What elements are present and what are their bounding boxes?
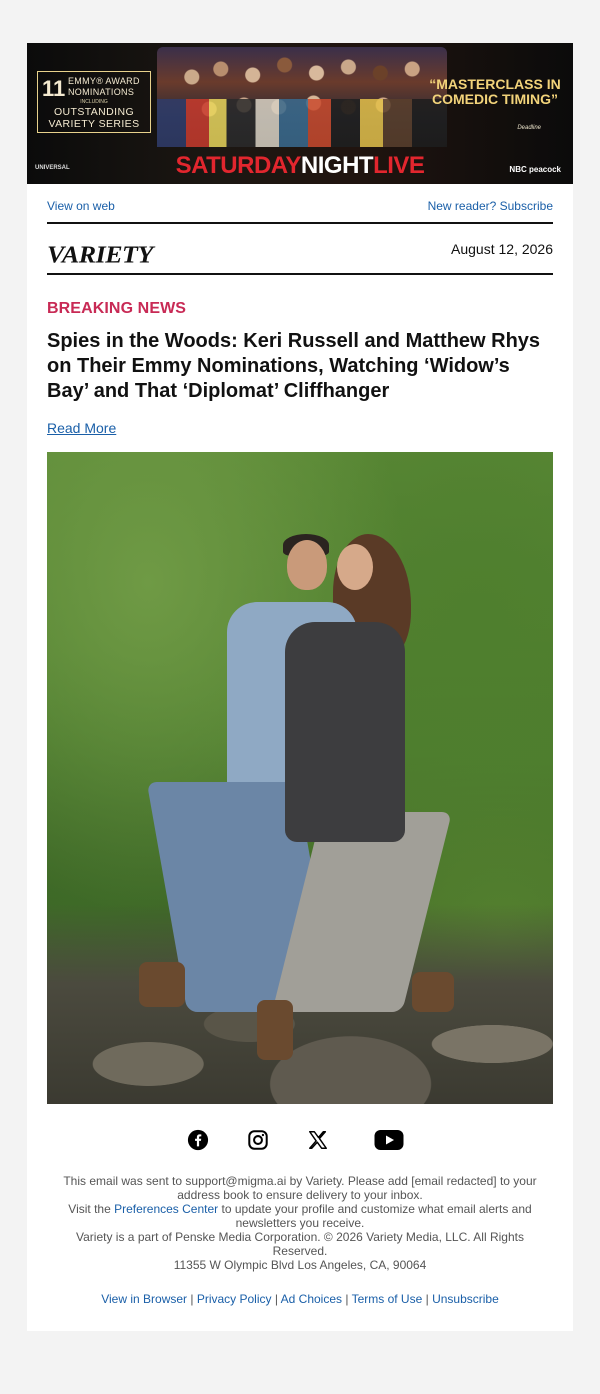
email-card: 11 EMMY® AWARD NOMINATIONS INCLUDING OUTS…	[27, 43, 573, 1331]
footer-preferences: Visit the Preferences Center to update y…	[57, 1202, 543, 1230]
view-in-browser-link[interactable]: View in Browser	[101, 1292, 187, 1306]
woman-jacket	[285, 622, 405, 842]
privacy-policy-link[interactable]: Privacy Policy	[197, 1292, 272, 1306]
title-live: LIVE	[373, 152, 425, 179]
boot	[257, 1000, 293, 1060]
facebook-icon[interactable]	[187, 1129, 209, 1151]
studio-logo: UNIVERSAL	[35, 165, 70, 171]
footer-legal: This email was sent to support@migma.ai …	[57, 1174, 543, 1272]
header-divider-bottom	[47, 273, 553, 275]
header-divider-top	[47, 222, 553, 224]
article-headline[interactable]: Spies in the Woods: Keri Russell and Mat…	[47, 329, 547, 404]
footer-links: View in Browser | Privacy Policy | Ad Ch…	[47, 1292, 553, 1306]
emmy-category: OUTSTANDING VARIETY SERIES	[38, 106, 150, 130]
instagram-icon[interactable]	[247, 1129, 269, 1151]
cast-photo	[157, 47, 447, 147]
top-links: View on web New reader? Subscribe	[47, 199, 553, 213]
ad-choices-link[interactable]: Ad Choices	[281, 1292, 342, 1306]
footer-sent-to: This email was sent to support@migma.ai …	[63, 1174, 537, 1202]
emmy-line-4: VARIETY SERIES	[48, 118, 140, 130]
emmy-small-label: INCLUDING	[80, 99, 108, 105]
boot	[139, 962, 185, 1007]
youtube-icon[interactable]	[374, 1129, 404, 1151]
emmy-line-2: NOMINATIONS	[68, 87, 135, 97]
read-more-link[interactable]: Read More	[47, 420, 116, 436]
separator: |	[422, 1292, 433, 1306]
man-face	[287, 540, 327, 590]
title-saturday: SATURDAY	[175, 152, 302, 179]
ad-banner[interactable]: 11 EMMY® AWARD NOMINATIONS INCLUDING OUTS…	[27, 43, 573, 184]
x-icon[interactable]	[307, 1129, 329, 1151]
show-title: SATURDAYNIGHTLIVE	[27, 153, 573, 179]
quote-source: Deadline	[517, 125, 541, 131]
subscribe-link[interactable]: New reader? Subscribe	[428, 199, 553, 213]
emmy-line-1: EMMY® AWARD	[68, 76, 140, 86]
variety-logo[interactable]: VARIETY	[47, 241, 153, 270]
breaking-news-label: BREAKING NEWS	[47, 300, 187, 317]
terms-of-use-link[interactable]: Terms of Use	[352, 1292, 423, 1306]
issue-date: August 12, 2026	[451, 241, 553, 257]
boot	[412, 972, 454, 1012]
article-photo[interactable]	[47, 452, 553, 1104]
emmy-nominations-box: 11 EMMY® AWARD NOMINATIONS INCLUDING OUTS…	[37, 71, 151, 133]
footer-address: 11355 W Olympic Blvd Los Angeles, CA, 90…	[173, 1258, 427, 1272]
footer-prefs-prefix: Visit the	[68, 1202, 115, 1216]
preferences-center-link[interactable]: Preferences Center	[114, 1202, 218, 1216]
unsubscribe-link[interactable]: Unsubscribe	[432, 1292, 499, 1306]
separator: |	[187, 1292, 197, 1306]
footer-prefs-suffix: to update your profile and customize wha…	[218, 1202, 532, 1230]
title-night: NIGHT	[300, 152, 374, 179]
footer-copyright: Variety is a part of Penske Media Corpor…	[76, 1230, 524, 1258]
emmy-award-label: EMMY® AWARD NOMINATIONS	[68, 76, 140, 98]
woman-face	[337, 544, 373, 590]
emmy-line-3: OUTSTANDING	[53, 106, 135, 118]
separator: |	[342, 1292, 352, 1306]
separator: |	[271, 1292, 281, 1306]
view-on-web-link[interactable]: View on web	[47, 199, 115, 213]
press-quote: “MASTERCLASS IN COMEDIC TIMING”	[429, 76, 561, 107]
network-logos: NBC peacock	[509, 165, 561, 174]
